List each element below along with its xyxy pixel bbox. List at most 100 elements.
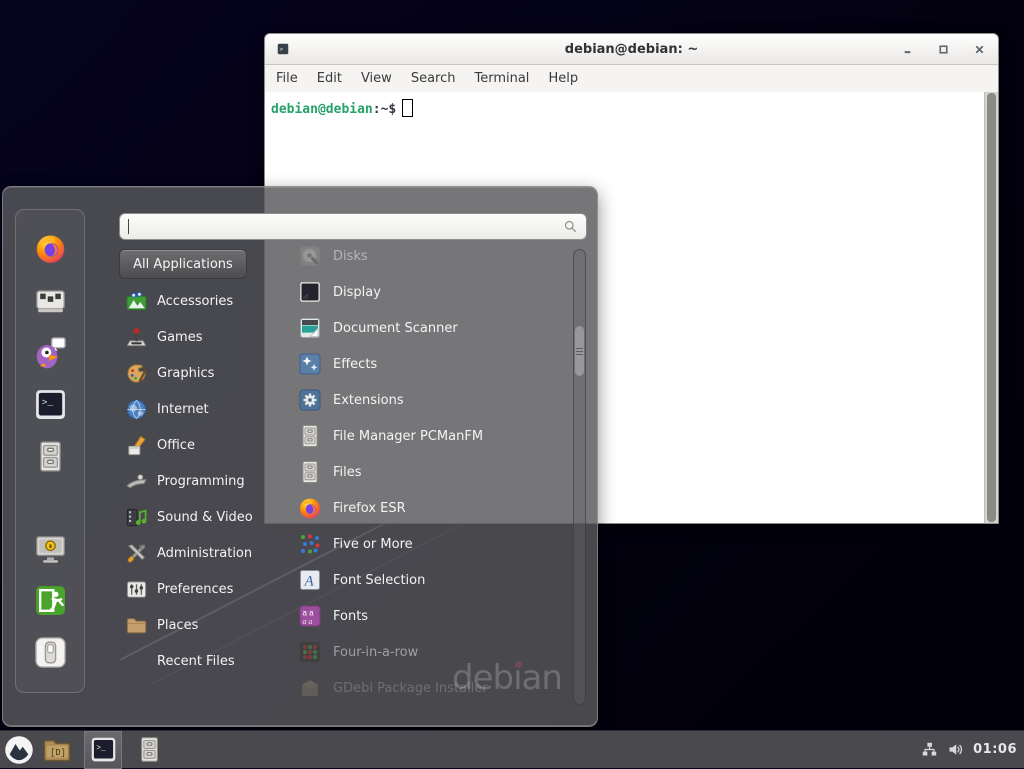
menu-button-icon (4, 735, 34, 765)
file-cabinet-icon (298, 460, 322, 484)
category-label: Games (157, 330, 202, 345)
shell-prompt: debian@debian:~$ (265, 92, 998, 124)
category-internet[interactable]: Internet (121, 391, 269, 427)
graphics-icon (125, 362, 148, 385)
application-list-scrollbar-thumb[interactable] (575, 326, 584, 376)
category-programming[interactable]: Programming (121, 463, 269, 499)
favorite-pidgin-button[interactable] (16, 326, 84, 378)
category-administration[interactable]: Administration (121, 535, 269, 571)
logout-button[interactable] (16, 574, 84, 626)
app-display[interactable]: Display (273, 274, 569, 310)
category-label: Preferences (157, 582, 233, 597)
taskbar: [D] >_ 01:06 (0, 730, 1024, 768)
favorites-panel: >_ (15, 209, 85, 693)
category-preferences[interactable]: Preferences (121, 571, 269, 607)
app-font-selection[interactable]: AFont Selection (273, 562, 569, 598)
category-graphics[interactable]: Graphics (121, 355, 269, 391)
app-extensions[interactable]: Extensions (273, 382, 569, 418)
app-label: Five or More (333, 537, 413, 552)
app-label: GDebi Package Installer (333, 681, 488, 696)
favorite-terminal-button[interactable]: >_ (16, 378, 84, 430)
category-recent-files[interactable]: Recent Files (121, 643, 269, 679)
gdebi-icon (298, 676, 322, 700)
app-five-or-more[interactable]: Five or More (273, 526, 569, 562)
lock-screen-button[interactable] (16, 522, 84, 574)
places-icon (125, 614, 148, 637)
favorite-file-cabinet-button[interactable] (16, 430, 84, 482)
accessories-icon (125, 290, 148, 313)
app-label: File Manager PCManFM (333, 429, 483, 444)
category-places[interactable]: Places (121, 607, 269, 643)
menubar-item-file[interactable]: File (276, 71, 298, 86)
application-menu: >_ All Applications Accessories Games Grap… (2, 186, 598, 727)
app-fonts[interactable]: a aa aFonts (273, 598, 569, 634)
terminal-icon: >_ (34, 388, 67, 421)
svg-text:>_: >_ (41, 397, 53, 408)
terminal-mini-icon[interactable]: > (276, 42, 290, 56)
category-label: Graphics (157, 366, 214, 381)
games-icon (125, 326, 148, 349)
menubar-item-help[interactable]: Help (548, 71, 578, 86)
category-office[interactable]: Office (121, 427, 269, 463)
firefox-icon (298, 496, 322, 520)
app-gdebi-package-installer[interactable]: GDebi Package Installer (273, 670, 569, 706)
filter-all-applications-button[interactable]: All Applications (119, 249, 247, 279)
application-list-scrollbar[interactable] (573, 249, 586, 705)
app-disks[interactable]: Disks (273, 238, 569, 274)
menu-search-box (119, 213, 587, 240)
volume-icon[interactable] (947, 741, 964, 758)
network-icon[interactable] (921, 741, 938, 758)
menubar-item-terminal[interactable]: Terminal (474, 71, 529, 86)
window-controls (901, 43, 986, 56)
shutdown-icon (34, 636, 67, 669)
svg-text:[D]: [D] (50, 747, 66, 757)
firefox-icon (34, 232, 67, 265)
maximize-button[interactable] (937, 43, 950, 56)
search-input[interactable] (127, 219, 563, 234)
administration-icon (125, 542, 148, 565)
favorite-firefox-button[interactable] (16, 222, 84, 274)
menubar-item-edit[interactable]: Edit (317, 71, 342, 86)
category-accessories[interactable]: Accessories (121, 283, 269, 319)
files-task-button[interactable] (130, 731, 168, 769)
favorite-control-center-button[interactable] (16, 274, 84, 326)
terminal-scrollbar[interactable] (984, 92, 998, 523)
extensions-icon (298, 388, 322, 412)
four-in-a-row-icon (298, 640, 322, 664)
close-button[interactable] (973, 43, 986, 56)
shutdown-button[interactable] (16, 626, 84, 678)
app-effects[interactable]: Effects (273, 346, 569, 382)
category-sound-and-video[interactable]: Sound & Video (121, 499, 269, 535)
menubar-item-search[interactable]: Search (411, 71, 456, 86)
category-label: Programming (157, 474, 245, 489)
category-label: Internet (157, 402, 209, 417)
clock[interactable]: 01:06 (973, 742, 1017, 757)
app-firefox-esr[interactable]: Firefox ESR (273, 490, 569, 526)
svg-text:a a: a a (303, 617, 313, 626)
category-label: Administration (157, 546, 252, 561)
terminal-task-button[interactable]: >_ (84, 731, 122, 769)
app-label: Four-in-a-row (333, 645, 418, 660)
menubar-item-view[interactable]: View (361, 71, 392, 86)
disks-icon (298, 244, 322, 268)
app-file-manager-pcmanfm[interactable]: File Manager PCManFM (273, 418, 569, 454)
category-label: Accessories (157, 294, 233, 309)
category-label: Places (157, 618, 198, 633)
menu-button[interactable] (0, 731, 38, 769)
category-games[interactable]: Games (121, 319, 269, 355)
terminal-scrollbar-thumb[interactable] (987, 93, 996, 522)
category-icon-spacer (125, 650, 148, 673)
desktop-folder-icon: [D] (42, 735, 72, 765)
minimize-button[interactable] (901, 43, 914, 56)
terminal-menubar: File Edit View Search Terminal Help (265, 65, 998, 92)
display-icon (298, 280, 322, 304)
app-files[interactable]: Files (273, 454, 569, 490)
lock-screen-icon (34, 532, 67, 565)
terminal-titlebar[interactable]: > debian@debian: ~ (265, 34, 998, 65)
window-title: debian@debian: ~ (265, 42, 998, 57)
app-four-in-a-row[interactable]: Four-in-a-row (273, 634, 569, 670)
app-document-scanner[interactable]: Document Scanner (273, 310, 569, 346)
app-label: Effects (333, 357, 377, 372)
app-label: Document Scanner (333, 321, 458, 336)
file-manager-launcher[interactable]: [D] (38, 731, 76, 769)
